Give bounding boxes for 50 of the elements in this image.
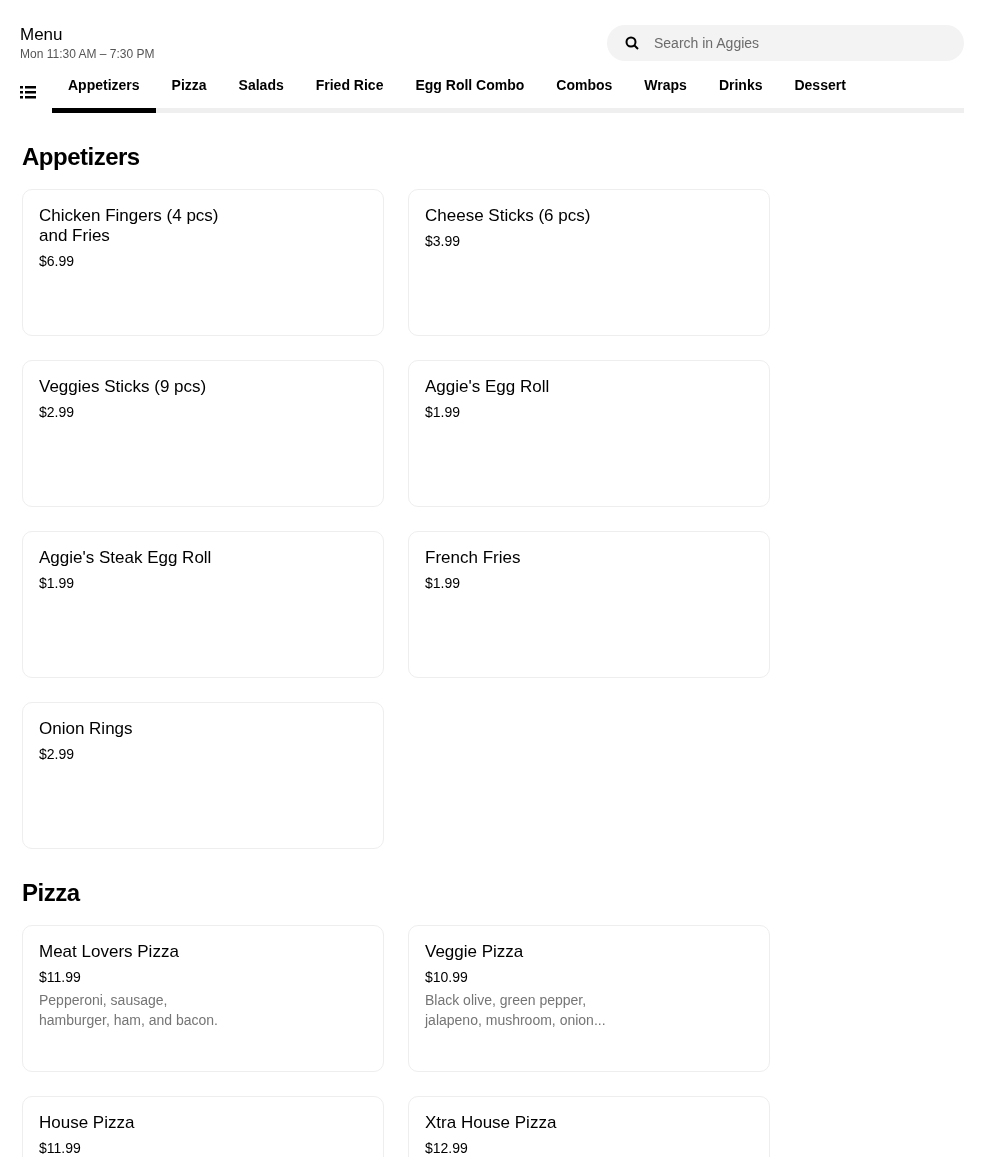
menu-item-card[interactable]: House Pizza $11.99 xyxy=(22,1096,384,1157)
menu-item-card[interactable]: Onion Rings $2.99 xyxy=(22,702,384,849)
menu-item-card[interactable]: Chicken Fingers (4 pcs) and Fries $6.99 xyxy=(22,189,384,336)
menu-item-card[interactable]: Aggie's Egg Roll $1.99 xyxy=(408,360,770,507)
item-name: French Fries xyxy=(425,548,522,568)
item-price: $2.99 xyxy=(39,403,76,421)
category-tab[interactable]: Appetizers xyxy=(52,72,156,113)
item-price: $11.99 xyxy=(39,968,82,986)
menu-item-card[interactable]: Xtra House Pizza $12.99 xyxy=(408,1096,770,1157)
item-name: Veggie Pizza xyxy=(425,942,525,962)
item-price: $11.99 xyxy=(39,1139,82,1157)
item-name: Cheese Sticks (6 pcs) xyxy=(425,206,592,226)
menu-item-card[interactable]: Veggie Pizza $10.99 Black olive, green pepper, jalapeno, mushroom, onion... xyxy=(408,925,770,1072)
item-name: Chicken Fingers (4 pcs) and Fries xyxy=(39,206,220,246)
list-icon[interactable] xyxy=(20,84,36,99)
menu-item-card[interactable]: Veggies Sticks (9 pcs) $2.99 xyxy=(22,360,384,507)
category-tab[interactable]: Wraps xyxy=(628,72,703,113)
item-price: $3.99 xyxy=(425,232,462,250)
category-tab[interactable]: Fried Rice xyxy=(299,72,400,113)
item-name: Veggies Sticks (9 pcs) xyxy=(39,377,208,397)
item-name: Onion Rings xyxy=(39,719,134,739)
item-price: $2.99 xyxy=(39,745,76,763)
item-price: $12.99 xyxy=(425,1139,469,1157)
item-name: Xtra House Pizza xyxy=(425,1113,558,1133)
item-price: $1.99 xyxy=(425,403,462,421)
section-heading: Pizza xyxy=(22,879,82,907)
category-tab[interactable]: Pizza xyxy=(155,72,223,113)
item-name: House Pizza xyxy=(39,1113,136,1133)
item-price: $1.99 xyxy=(39,574,76,592)
search-field[interactable]: Search in Aggies xyxy=(607,25,964,61)
item-description: Pepperoni, sausage, hamburger, ham, and bacon. xyxy=(39,991,219,1030)
category-tab[interactable]: Dessert xyxy=(778,72,862,113)
category-tab[interactable]: Combos xyxy=(540,72,629,113)
category-tab[interactable]: Drinks xyxy=(702,72,779,113)
item-price: $10.99 xyxy=(425,968,469,986)
menu-item-card[interactable]: Aggie's Steak Egg Roll $1.99 xyxy=(22,531,384,678)
category-tab[interactable]: Egg Roll Combo xyxy=(399,72,541,113)
menu-title: Menu xyxy=(20,24,64,46)
item-name: Aggie's Steak Egg Roll xyxy=(39,548,213,568)
item-description: Black olive, green pepper, jalapeno, mushroom, onion... xyxy=(425,991,607,1030)
menu-item-card[interactable]: Meat Lovers Pizza $11.99 Pepperoni, sausage, hamburger, ham, and bacon. xyxy=(22,925,384,1072)
item-name: Aggie's Egg Roll xyxy=(425,377,551,397)
item-price: $6.99 xyxy=(39,252,76,270)
menu-item-card[interactable]: Cheese Sticks (6 pcs) $3.99 xyxy=(408,189,770,336)
item-price: $1.99 xyxy=(425,574,462,592)
opening-hours: Mon 11:30 AM – 7:30 PM xyxy=(20,46,155,62)
category-tab[interactable]: Salads xyxy=(222,72,300,113)
menu-item-card[interactable]: French Fries $1.99 xyxy=(408,531,770,678)
section-heading: Appetizers xyxy=(22,143,141,171)
item-name: Meat Lovers Pizza xyxy=(39,942,180,962)
